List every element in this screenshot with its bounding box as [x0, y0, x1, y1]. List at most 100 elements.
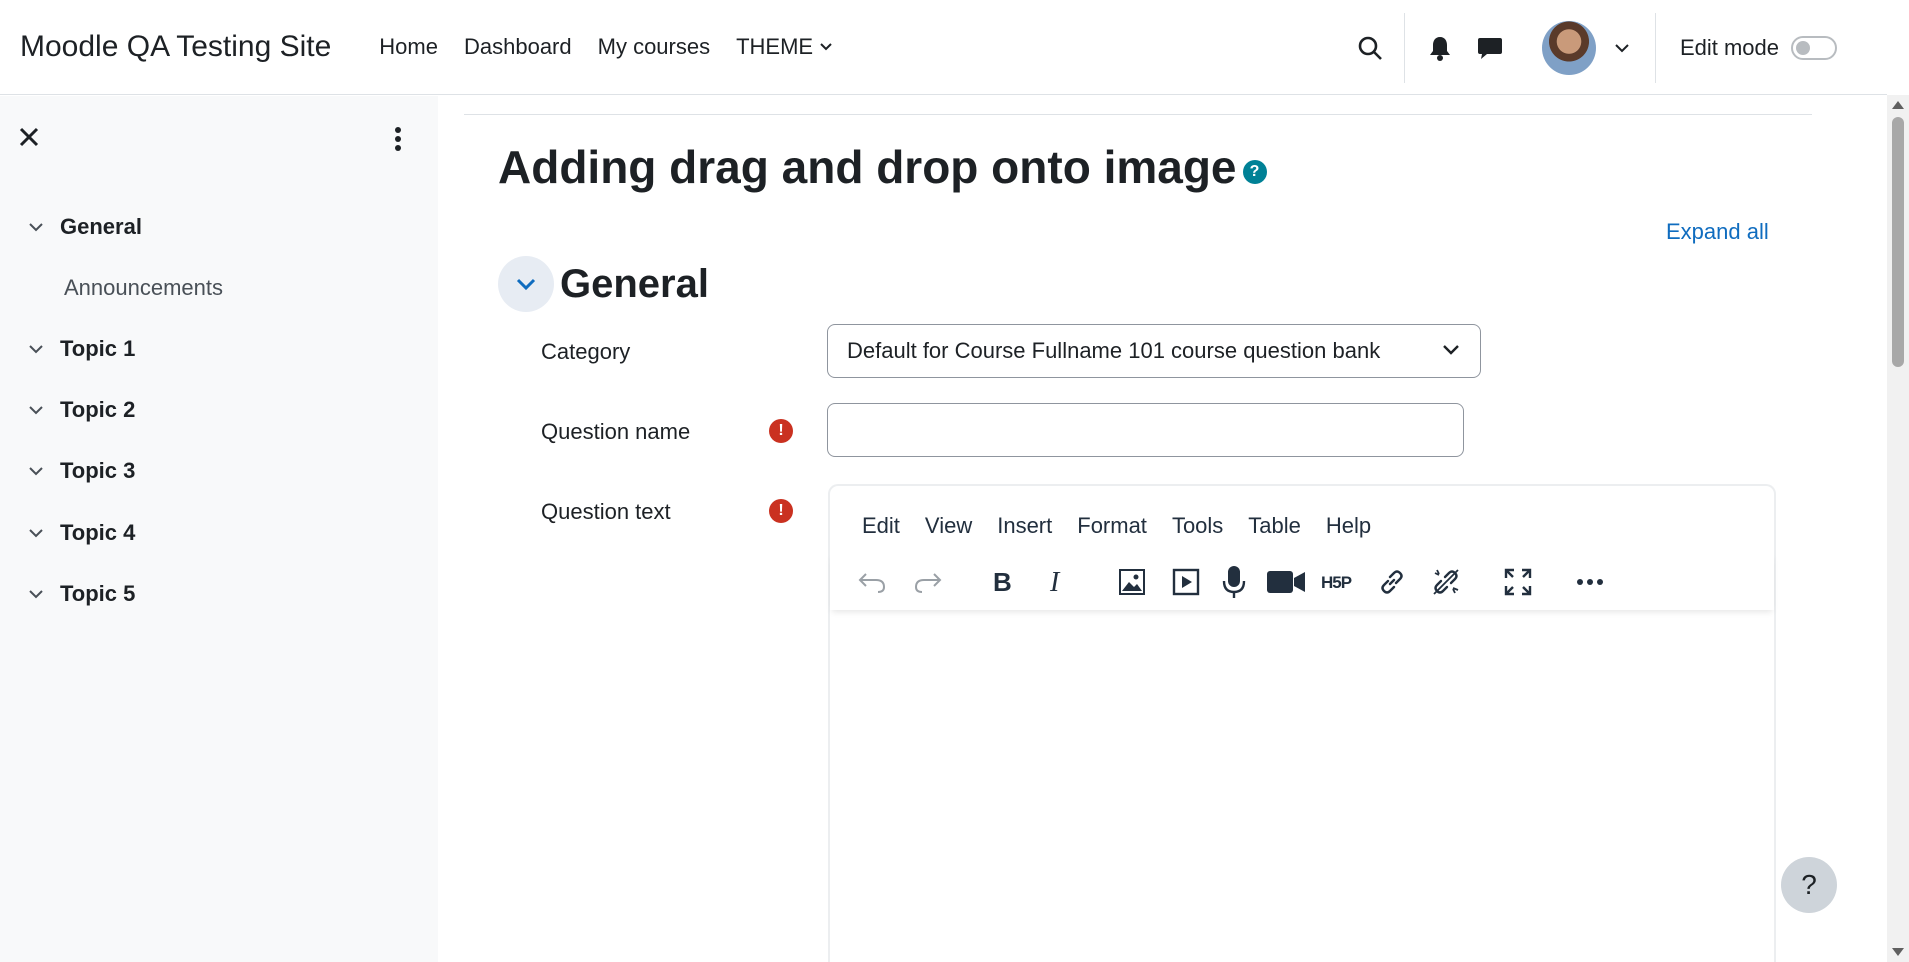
- avatar: [1541, 20, 1596, 75]
- undo-button[interactable]: [854, 564, 890, 600]
- insert-link-button[interactable]: [1374, 564, 1410, 600]
- editor-toolbar: B I H5P: [830, 552, 1774, 610]
- collapse-section-button[interactable]: [498, 256, 554, 312]
- microphone-icon: [1222, 566, 1246, 598]
- question-name-label: Question name: [541, 419, 691, 444]
- scroll-thumb[interactable]: [1892, 117, 1904, 367]
- insert-image-button[interactable]: [1114, 564, 1150, 600]
- menu-help[interactable]: Help: [1326, 513, 1371, 539]
- close-drawer-button[interactable]: [18, 126, 40, 148]
- page-title: Adding drag and drop onto image ?: [498, 140, 1267, 194]
- more-icon: [1577, 579, 1603, 585]
- sidebar-item-label: General: [60, 214, 142, 239]
- category-select[interactable]: Default for Course Fullname 101 course q…: [827, 324, 1481, 378]
- sidebar-item-label: Topic 1: [60, 336, 136, 361]
- h5p-icon: H5P: [1321, 573, 1353, 592]
- redo-button[interactable]: [910, 564, 946, 600]
- image-icon: [1119, 569, 1145, 595]
- scroll-down-icon[interactable]: [1892, 948, 1904, 956]
- record-video-button[interactable]: [1264, 564, 1308, 600]
- navbar-right: Edit mode: [1340, 0, 1887, 95]
- sidebar-item-topic-3[interactable]: Topic 3: [28, 458, 135, 484]
- svg-text:H5P: H5P: [1321, 573, 1352, 592]
- chevron-down-icon: [1443, 345, 1459, 355]
- sidebar-item-topic-4[interactable]: Topic 4: [28, 520, 135, 546]
- question-text-label: Question text: [541, 499, 671, 524]
- chevron-down-icon: [820, 43, 832, 51]
- bold-button[interactable]: B: [984, 564, 1020, 600]
- close-icon: [19, 127, 39, 147]
- question-name-input[interactable]: [827, 403, 1464, 457]
- nav-dashboard[interactable]: Dashboard: [464, 34, 572, 60]
- sidebar-item-general[interactable]: General: [28, 214, 142, 240]
- top-navbar: Moodle QA Testing Site Home Dashboard My…: [0, 0, 1887, 95]
- chevron-down-icon: [1615, 43, 1629, 52]
- nav-my-courses[interactable]: My courses: [598, 34, 710, 60]
- floating-help-button[interactable]: ?: [1781, 857, 1837, 913]
- sidebar-item-topic-5[interactable]: Topic 5: [28, 581, 135, 607]
- menu-tools[interactable]: Tools: [1172, 513, 1223, 539]
- expand-all-link[interactable]: Expand all: [1666, 219, 1769, 245]
- required-icon: !: [769, 499, 793, 523]
- edit-mode-toggle[interactable]: [1791, 35, 1837, 60]
- divider: [1403, 12, 1405, 83]
- category-label: Category: [541, 339, 631, 364]
- divider: [1654, 12, 1656, 83]
- nav-theme-dropdown[interactable]: THEME: [736, 34, 833, 60]
- chevron-down-icon: [29, 529, 43, 538]
- edit-mode-label: Edit mode: [1679, 34, 1779, 60]
- divider: [464, 114, 1812, 115]
- menu-edit[interactable]: Edit: [862, 513, 900, 539]
- menu-table[interactable]: Table: [1248, 513, 1301, 539]
- chevron-down-icon: [516, 278, 536, 291]
- italic-icon: I: [1049, 569, 1061, 595]
- record-audio-button[interactable]: [1216, 564, 1252, 600]
- menu-insert[interactable]: Insert: [997, 513, 1052, 539]
- sidebar-item-topic-1[interactable]: Topic 1: [28, 336, 135, 362]
- insert-media-button[interactable]: [1168, 564, 1204, 600]
- drawer-options-button[interactable]: [392, 126, 404, 152]
- sidebar-item-topic-2[interactable]: Topic 2: [28, 397, 135, 423]
- h5p-button[interactable]: H5P: [1320, 564, 1362, 600]
- italic-button[interactable]: I: [1038, 564, 1074, 600]
- chevron-down-icon: [29, 467, 43, 476]
- sidebar-item-announcements[interactable]: Announcements: [64, 275, 223, 301]
- media-icon: [1172, 568, 1200, 596]
- search-button[interactable]: [1340, 18, 1400, 78]
- sidebar-item-label: Topic 4: [60, 520, 136, 545]
- category-value: Default for Course Fullname 101 course q…: [847, 338, 1381, 363]
- sidebar-item-label: Topic 2: [60, 397, 136, 422]
- fullscreen-icon: [1504, 568, 1532, 596]
- question-text-editor: Edit View Insert Format Tools Table Help…: [828, 484, 1776, 962]
- site-name[interactable]: Moodle QA Testing Site: [20, 30, 331, 64]
- undo-icon: [858, 573, 886, 593]
- nav-home[interactable]: Home: [379, 34, 438, 60]
- section-title: General: [560, 262, 709, 306]
- sidebar-item-label: Topic 5: [60, 581, 136, 606]
- page-title-text: Adding drag and drop onto image: [498, 141, 1237, 193]
- unlink-button[interactable]: [1428, 564, 1464, 600]
- nav-theme-label: THEME: [736, 34, 814, 59]
- bold-icon: B: [993, 569, 1012, 595]
- bell-icon: [1429, 36, 1450, 61]
- fullscreen-button[interactable]: [1500, 564, 1536, 600]
- chevron-down-icon: [29, 223, 43, 232]
- user-menu[interactable]: [1531, 18, 1641, 78]
- unlink-icon: [1433, 569, 1459, 595]
- editor-menubar: Edit View Insert Format Tools Table Help: [830, 508, 1371, 544]
- link-icon: [1381, 570, 1403, 594]
- svg-text:I: I: [1049, 569, 1061, 595]
- video-icon: [1267, 571, 1305, 593]
- more-button[interactable]: [1572, 564, 1608, 600]
- messages-button[interactable]: [1463, 18, 1517, 78]
- notifications-button[interactable]: [1417, 18, 1463, 78]
- search-icon: [1358, 36, 1382, 60]
- redo-icon: [914, 573, 942, 593]
- menu-view[interactable]: View: [925, 513, 972, 539]
- chevron-down-icon: [29, 590, 43, 599]
- scroll-up-icon[interactable]: [1892, 101, 1904, 109]
- page-scrollbar[interactable]: [1887, 95, 1909, 962]
- help-icon[interactable]: ?: [1242, 160, 1267, 184]
- sidebar-item-label: Topic 3: [60, 458, 136, 483]
- menu-format[interactable]: Format: [1077, 513, 1147, 539]
